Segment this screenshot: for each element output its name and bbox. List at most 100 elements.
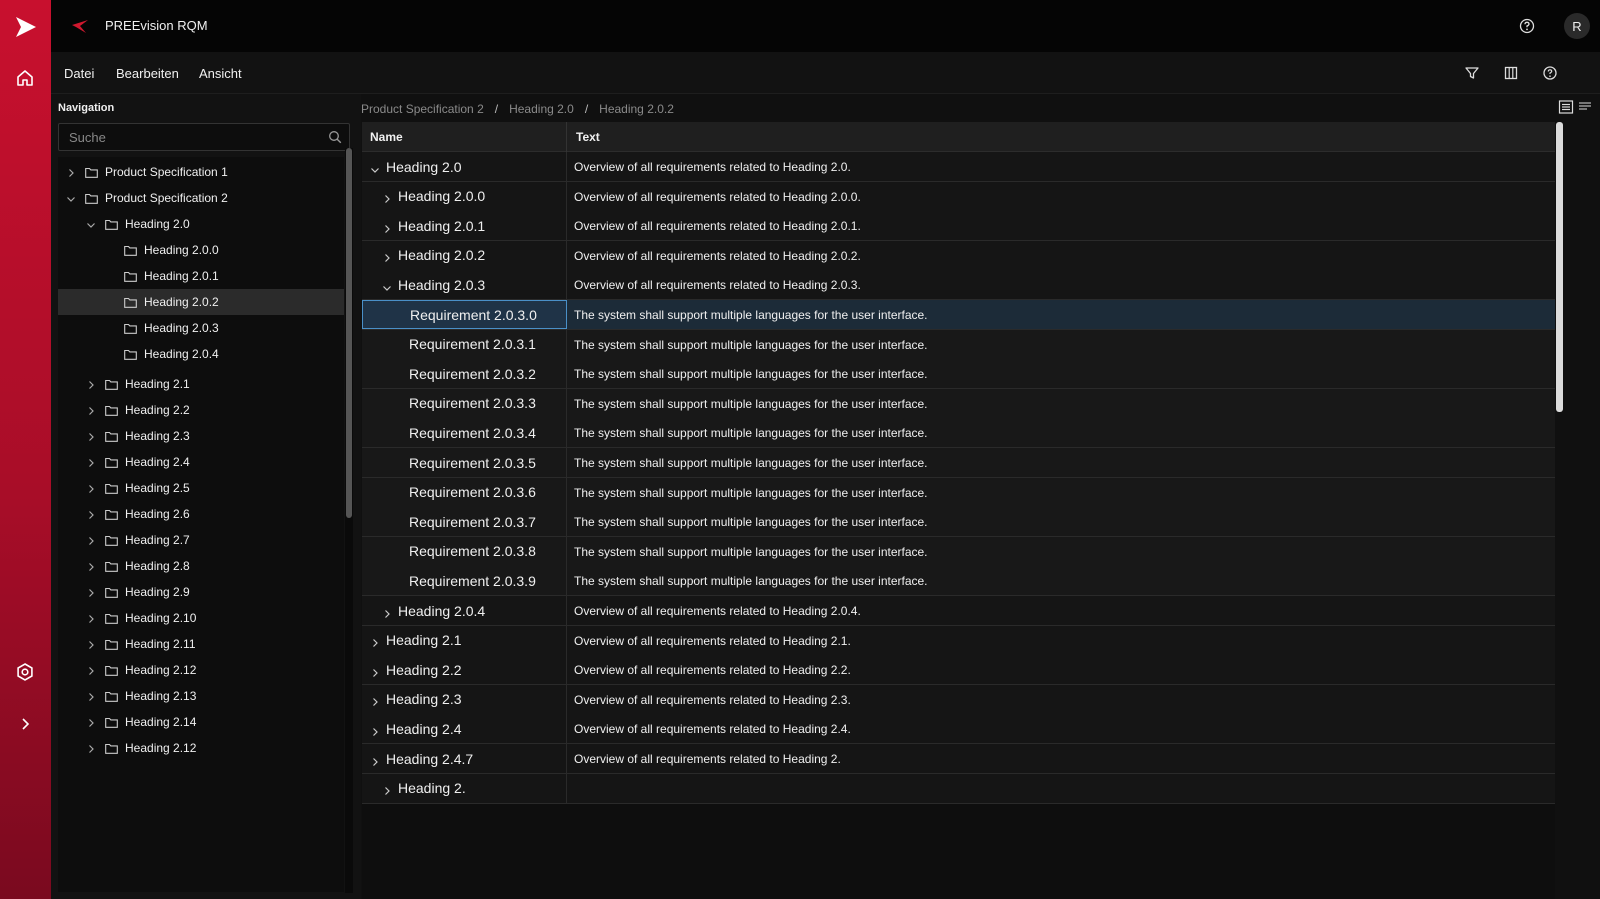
- settings-icon[interactable]: [13, 660, 37, 684]
- nav-tree-item[interactable]: Heading 2.14: [58, 709, 344, 735]
- nav-tree-item[interactable]: Heading 2.13: [58, 683, 344, 709]
- chevron-right-icon[interactable]: [86, 509, 96, 519]
- nav-tree-item[interactable]: Heading 2.12: [58, 657, 344, 683]
- nav-tree-item[interactable]: Heading 2.9: [58, 579, 344, 605]
- requirement-row[interactable]: Requirement 2.0.3.7 The system shall supp…: [362, 507, 1555, 538]
- nav-tree-item[interactable]: Heading 2.3: [58, 423, 344, 449]
- chevron-right-icon[interactable]: [86, 561, 96, 571]
- column-header-name[interactable]: Name: [370, 130, 403, 144]
- chevron-right-icon[interactable]: [370, 754, 380, 766]
- requirement-row[interactable]: Requirement 2.0.3.2 The system shall supp…: [362, 359, 1555, 390]
- requirement-row[interactable]: Requirement 2.0.3.4 The system shall supp…: [362, 418, 1555, 449]
- chevron-right-icon[interactable]: [370, 665, 380, 677]
- chevron-right-icon[interactable]: [86, 743, 96, 753]
- heading-row[interactable]: Heading 2.: [362, 773, 1555, 804]
- nav-tree-item[interactable]: Heading 2.0.3: [58, 315, 344, 341]
- columns-icon[interactable]: [1501, 63, 1521, 83]
- heading-row[interactable]: Heading 2.0 Overview of all requirements …: [362, 152, 1555, 182]
- search-icon[interactable]: [328, 130, 342, 144]
- chevron-right-icon[interactable]: [66, 167, 76, 177]
- name-cell[interactable]: Requirement 2.0.3.5: [362, 448, 567, 477]
- name-cell[interactable]: Requirement 2.0.3.6: [362, 477, 567, 507]
- name-cell[interactable]: Requirement 2.0.3.0: [362, 300, 567, 329]
- name-cell[interactable]: Requirement 2.0.3.3: [362, 388, 567, 418]
- menu-bearbeiten[interactable]: Bearbeiten: [116, 66, 179, 81]
- heading-row[interactable]: Heading 2.0.0 Overview of all requirement…: [362, 181, 1555, 212]
- nav-tree-item[interactable]: Heading 2.5: [58, 475, 344, 501]
- nav-scrollbar[interactable]: [346, 148, 352, 518]
- requirement-row[interactable]: Requirement 2.0.3.1 The system shall supp…: [362, 329, 1555, 360]
- nav-tree-item[interactable]: Product Specification 2: [58, 185, 344, 211]
- nav-tree-item[interactable]: Heading 2.7: [58, 527, 344, 553]
- chevron-right-icon[interactable]: [86, 613, 96, 623]
- name-cell[interactable]: Requirement 2.0.3.8: [362, 536, 567, 566]
- requirement-row[interactable]: Requirement 2.0.3.5 The system shall supp…: [362, 448, 1555, 478]
- name-cell[interactable]: Requirement 2.0.3.2: [362, 359, 567, 389]
- name-cell[interactable]: Requirement 2.0.3.9: [362, 566, 567, 596]
- nav-tree-item[interactable]: Heading 2.0.0: [58, 237, 344, 263]
- name-cell[interactable]: Heading 2.0.3: [362, 270, 567, 300]
- nav-tree-item[interactable]: Heading 2.1: [58, 371, 344, 397]
- chevron-down-icon[interactable]: [382, 280, 392, 291]
- breadcrumb-item[interactable]: Product Specification 2: [361, 102, 484, 116]
- nav-tree-item[interactable]: Heading 2.0.2: [58, 289, 344, 315]
- chevron-right-icon[interactable]: [86, 639, 96, 649]
- name-cell[interactable]: Heading 2.: [362, 773, 567, 803]
- name-cell[interactable]: Heading 2.2: [362, 655, 567, 685]
- heading-row[interactable]: Heading 2.0.3 Overview of all requirement…: [362, 270, 1555, 301]
- chevron-right-icon[interactable]: [86, 457, 96, 467]
- search-input[interactable]: [59, 124, 319, 150]
- column-header-text[interactable]: Text: [576, 130, 600, 144]
- name-cell[interactable]: Heading 2.3: [362, 684, 567, 714]
- nav-tree-item[interactable]: Heading 2.0.4: [58, 341, 344, 367]
- requirement-row[interactable]: Requirement 2.0.3.0 The system shall supp…: [362, 300, 1555, 330]
- name-cell[interactable]: Heading 2.4.7: [362, 744, 567, 773]
- chevron-right-icon[interactable]: [86, 717, 96, 727]
- app-logo-icon[interactable]: [12, 14, 40, 40]
- chevron-down-icon[interactable]: [370, 162, 380, 173]
- heading-row[interactable]: Heading 2.3 Overview of all requirements …: [362, 684, 1555, 715]
- info-icon[interactable]: [1540, 63, 1560, 83]
- chevron-right-icon[interactable]: [382, 221, 392, 233]
- heading-row[interactable]: Heading 2.0.1 Overview of all requirement…: [362, 211, 1555, 242]
- heading-row[interactable]: Heading 2.2 Overview of all requirements …: [362, 655, 1555, 686]
- heading-row[interactable]: Heading 2.1 Overview of all requirements …: [362, 625, 1555, 656]
- name-cell[interactable]: Heading 2.1: [362, 625, 567, 655]
- document-view-icon[interactable]: [1578, 99, 1592, 120]
- nav-tree-item[interactable]: Product Specification 1: [58, 159, 344, 185]
- chevron-right-icon[interactable]: [86, 405, 96, 415]
- home-icon[interactable]: [13, 66, 37, 90]
- chevron-right-icon[interactable]: [86, 431, 96, 441]
- nav-tree-item[interactable]: Heading 2.4: [58, 449, 344, 475]
- requirement-row[interactable]: Requirement 2.0.3.6 The system shall supp…: [362, 477, 1555, 508]
- name-cell[interactable]: Heading 2.0.0: [362, 181, 567, 211]
- requirement-row[interactable]: Requirement 2.0.3.8 The system shall supp…: [362, 536, 1555, 567]
- heading-row[interactable]: Heading 2.0.4 Overview of all requirement…: [362, 596, 1555, 626]
- chevron-down-icon[interactable]: [86, 219, 96, 229]
- heading-row[interactable]: Heading 2.4 Overview of all requirements …: [362, 714, 1555, 745]
- name-cell[interactable]: Requirement 2.0.3.4: [362, 418, 567, 448]
- name-cell[interactable]: Requirement 2.0.3.1: [362, 329, 567, 359]
- chevron-right-icon[interactable]: [370, 724, 380, 736]
- chevron-down-icon[interactable]: [66, 193, 76, 203]
- name-cell[interactable]: Heading 2.4: [362, 714, 567, 744]
- nav-tree-item[interactable]: Heading 2.10: [58, 605, 344, 631]
- help-icon[interactable]: [1517, 16, 1537, 36]
- chevron-right-icon[interactable]: [370, 635, 380, 648]
- nav-tree-item[interactable]: Heading 2.0: [58, 211, 344, 237]
- chevron-right-icon[interactable]: [370, 694, 380, 707]
- chevron-right-icon[interactable]: [86, 379, 96, 389]
- name-cell[interactable]: Heading 2.0.1: [362, 211, 567, 241]
- chevron-right-icon[interactable]: [382, 191, 392, 204]
- menu-datei[interactable]: Datei: [64, 66, 94, 81]
- grid-scrollbar[interactable]: [1556, 122, 1563, 412]
- heading-row[interactable]: Heading 2.4.7 Overview of all requirement…: [362, 744, 1555, 774]
- nav-tree-item[interactable]: Heading 2.6: [58, 501, 344, 527]
- name-cell[interactable]: Heading 2.0.2: [362, 240, 567, 270]
- filter-icon[interactable]: [1462, 63, 1482, 83]
- chevron-right-icon[interactable]: [86, 535, 96, 545]
- chevron-right-icon[interactable]: [86, 587, 96, 597]
- name-cell[interactable]: Heading 2.0.4: [362, 596, 567, 625]
- column-divider[interactable]: [566, 122, 567, 152]
- menu-ansicht[interactable]: Ansicht: [199, 66, 242, 81]
